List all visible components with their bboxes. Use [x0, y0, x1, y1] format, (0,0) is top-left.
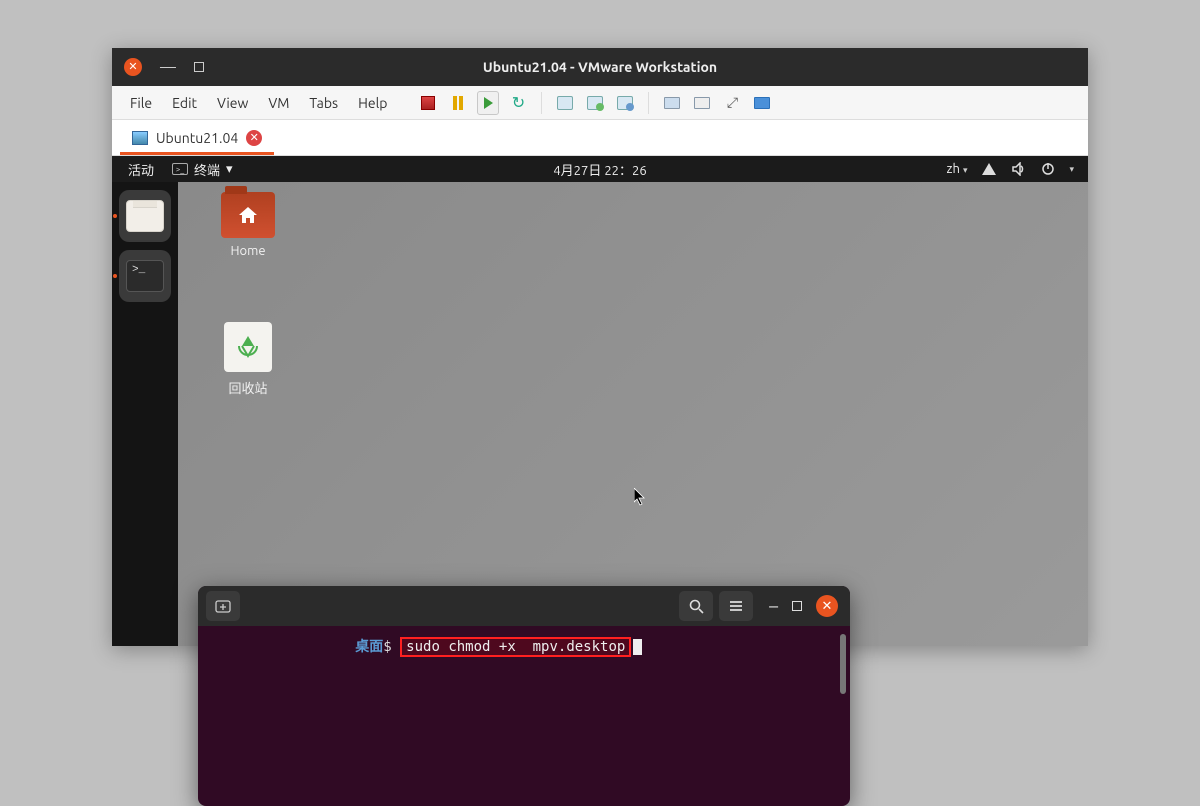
play-icon: [477, 91, 499, 115]
desktop[interactable]: Home 回收站: [178, 182, 1088, 646]
menu-view[interactable]: View: [209, 91, 256, 115]
cursor-icon: [634, 488, 646, 506]
show-console-button[interactable]: [661, 92, 683, 114]
search-button[interactable]: [679, 591, 713, 621]
snapshot-icon: [557, 96, 573, 110]
prompt-path: 桌面: [355, 639, 383, 655]
prompt-symbol: $: [383, 639, 391, 655]
terminal-body[interactable]: xxxxxxxxxxxxxxxxx桌面$ sudo chmod +x mpv.d…: [198, 626, 850, 806]
cursor-caret: [633, 639, 642, 655]
chevron-down-icon: ▾: [1069, 164, 1074, 175]
menu-vm[interactable]: VM: [260, 91, 297, 115]
chevron-down-icon: ▾: [226, 162, 233, 177]
suspend-button[interactable]: [447, 92, 469, 114]
sound-icon: [1011, 162, 1027, 176]
fullscreen-button[interactable]: ⤢: [721, 92, 743, 114]
terminal-headerbar[interactable]: – ✕: [198, 586, 850, 626]
vm-tabstrip: Ubuntu21.04 ✕: [112, 120, 1088, 156]
unity-icon: [754, 97, 770, 109]
window-title: Ubuntu21.04 - VMware Workstation: [112, 59, 1088, 75]
terminal-minimize-button[interactable]: –: [769, 596, 778, 616]
desktop-icon-label: Home: [208, 244, 288, 258]
show-thumbnail-button[interactable]: [691, 92, 713, 114]
snapshot-manager-icon: [587, 96, 603, 110]
pause-icon: [453, 96, 463, 110]
menu-edit[interactable]: Edit: [164, 91, 205, 115]
app-menu-label: 终端: [194, 160, 220, 179]
snapshot-revert-icon: [617, 96, 633, 110]
poweroff-button[interactable]: [417, 92, 439, 114]
chevron-down-icon: ▾: [963, 165, 968, 175]
terminal-close-button[interactable]: ✕: [816, 595, 838, 617]
snapshot-button[interactable]: [554, 92, 576, 114]
home-folder-icon: [221, 192, 275, 238]
power-icon: [1041, 162, 1055, 176]
vmware-window: ✕ — Ubuntu21.04 - VMware Workstation Fil…: [112, 48, 1088, 646]
dock-item-terminal[interactable]: >_: [119, 250, 171, 302]
clock[interactable]: 4月27日 22：26: [112, 160, 1088, 179]
running-indicator: [113, 214, 117, 218]
menubar: File Edit View VM Tabs Help ↻ ⤢: [112, 86, 1088, 120]
network-icon: [981, 162, 997, 176]
window-maximize-button[interactable]: [194, 62, 204, 72]
gnome-topbar: 活动 >_ 终端 ▾ 4月27日 22：26 zh ▾ ▾: [112, 156, 1088, 182]
activities-button[interactable]: 活动: [118, 160, 164, 179]
new-tab-button[interactable]: [206, 591, 240, 621]
window-minimize-button[interactable]: —: [160, 58, 176, 76]
snapshot-revert-button[interactable]: [614, 92, 636, 114]
highlighted-command: sudo chmod +x mpv.desktop: [400, 637, 631, 657]
poweron-button[interactable]: [477, 92, 499, 114]
dock: >_: [112, 182, 178, 646]
status-area[interactable]: zh ▾ ▾: [947, 162, 1082, 176]
window-close-button[interactable]: ✕: [124, 58, 142, 76]
titlebar[interactable]: ✕ — Ubuntu21.04 - VMware Workstation: [112, 48, 1088, 86]
thumbnail-icon: [694, 97, 710, 109]
vm-tab-icon: [132, 131, 148, 145]
cycle-icon: ↻: [512, 93, 525, 112]
menu-button[interactable]: [719, 591, 753, 621]
terminal-maximize-button[interactable]: [792, 601, 802, 611]
fullscreen-icon: ⤢: [727, 94, 738, 111]
restart-button[interactable]: ↻: [507, 92, 529, 114]
desktop-icon-trash[interactable]: 回收站: [208, 322, 288, 397]
terminal-icon: >_: [126, 260, 164, 292]
menu-tabs[interactable]: Tabs: [301, 91, 346, 115]
console-icon: [664, 97, 680, 109]
terminal-icon: >_: [172, 163, 188, 175]
vm-tab[interactable]: Ubuntu21.04 ✕: [120, 122, 274, 155]
trash-icon: [224, 322, 272, 372]
vm-tab-label: Ubuntu21.04: [156, 130, 238, 146]
snapshot-manager-button[interactable]: [584, 92, 606, 114]
guest-display[interactable]: 活动 >_ 终端 ▾ 4月27日 22：26 zh ▾ ▾: [112, 156, 1088, 646]
desktop-icon-home[interactable]: Home: [208, 192, 288, 258]
running-indicator: [113, 274, 117, 278]
menu-help[interactable]: Help: [350, 91, 395, 115]
files-icon: [126, 200, 164, 232]
terminal-scrollbar[interactable]: [840, 634, 846, 694]
dock-item-files[interactable]: [119, 190, 171, 242]
desktop-icon-label: 回收站: [208, 378, 288, 397]
unity-button[interactable]: [751, 92, 773, 114]
stop-icon: [421, 96, 435, 110]
input-source-indicator[interactable]: zh ▾: [947, 162, 968, 176]
menu-file[interactable]: File: [122, 91, 160, 115]
app-menu[interactable]: >_ 终端 ▾: [164, 160, 241, 179]
terminal-command: sudo chmod +x mpv.desktop: [406, 639, 625, 655]
terminal-window[interactable]: – ✕ xxxxxxxxxxxxxxxxx桌面$ sudo chmod +x m…: [198, 586, 850, 806]
vm-tab-close[interactable]: ✕: [246, 130, 262, 146]
